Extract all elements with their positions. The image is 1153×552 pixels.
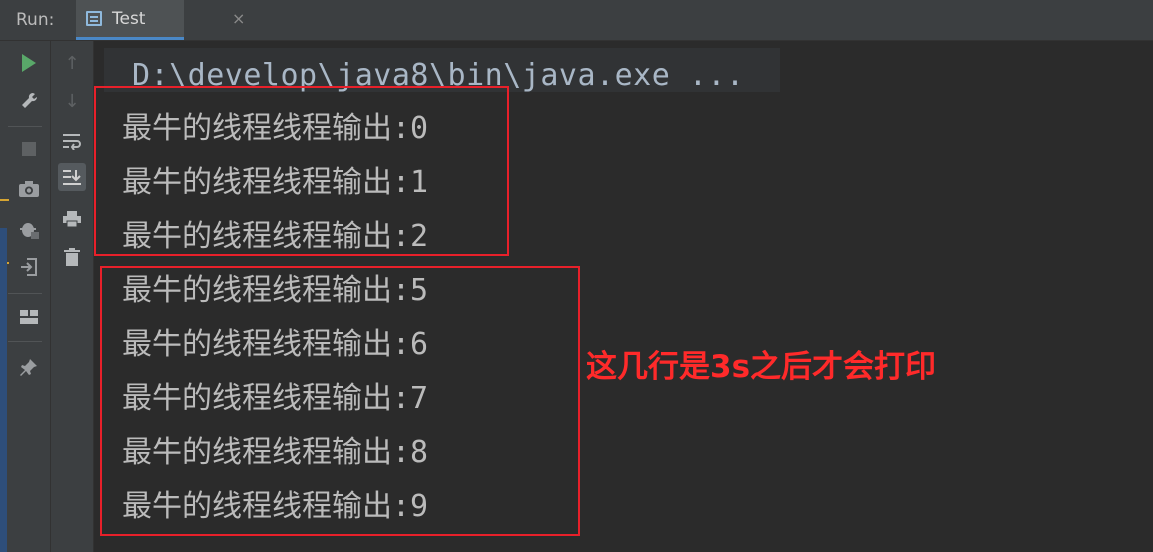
arrow-up-icon[interactable]: ↑ bbox=[58, 49, 86, 77]
bug-icon-svg bbox=[20, 223, 39, 239]
camera-icon[interactable] bbox=[15, 175, 43, 203]
wrench-icon[interactable] bbox=[15, 87, 43, 115]
stop-icon-shape bbox=[22, 142, 36, 156]
bug-icon[interactable] bbox=[15, 215, 43, 243]
pin-icon[interactable] bbox=[15, 353, 43, 381]
printer-icon-svg bbox=[63, 211, 81, 228]
stop-icon[interactable] bbox=[15, 135, 43, 163]
printer-icon[interactable] bbox=[58, 205, 86, 233]
left-accent-bar bbox=[0, 228, 7, 552]
annotation-text: 这几行是3s之后才会打印 bbox=[586, 349, 937, 385]
wrench-icon-svg bbox=[22, 92, 38, 108]
trash-icon-svg bbox=[64, 248, 80, 266]
scroll-to-end-icon[interactable] bbox=[58, 163, 86, 191]
enter-icon-svg bbox=[21, 258, 37, 276]
trash-icon[interactable] bbox=[58, 243, 86, 271]
tab-test[interactable]: Test × bbox=[76, 0, 245, 40]
layout-icon[interactable] bbox=[15, 303, 43, 331]
soft-wrap-icon[interactable] bbox=[58, 127, 86, 155]
arrow-down-icon[interactable]: ↓ bbox=[58, 87, 86, 115]
highlight-box-first bbox=[94, 86, 509, 256]
run-label: Run: bbox=[16, 10, 55, 30]
highlight-box-second bbox=[100, 266, 580, 536]
scroll-to-end-icon-svg bbox=[63, 170, 81, 185]
play-icon-shape bbox=[22, 54, 36, 72]
pin-icon-svg bbox=[20, 359, 37, 376]
console-icon bbox=[86, 11, 102, 26]
layout-icon-svg bbox=[20, 310, 38, 324]
left-toolbar bbox=[0, 41, 51, 552]
marker bbox=[0, 199, 9, 201]
camera-icon-svg bbox=[19, 181, 39, 197]
enter-icon[interactable] bbox=[15, 253, 43, 281]
run-tool-window-header: Run: Test × bbox=[0, 0, 1153, 41]
tab-test-label: Test bbox=[112, 9, 146, 29]
soft-wrap-icon-svg bbox=[63, 134, 81, 150]
console-output[interactable]: D:\develop\java8\bin\java.exe ... 最牛的线程线… bbox=[94, 41, 1153, 552]
console-toolbar: ↑ ↓ bbox=[51, 41, 94, 552]
divider bbox=[8, 126, 42, 127]
play-icon[interactable] bbox=[15, 49, 43, 77]
divider bbox=[8, 293, 42, 294]
divider bbox=[8, 341, 42, 342]
close-icon[interactable]: × bbox=[232, 9, 245, 28]
